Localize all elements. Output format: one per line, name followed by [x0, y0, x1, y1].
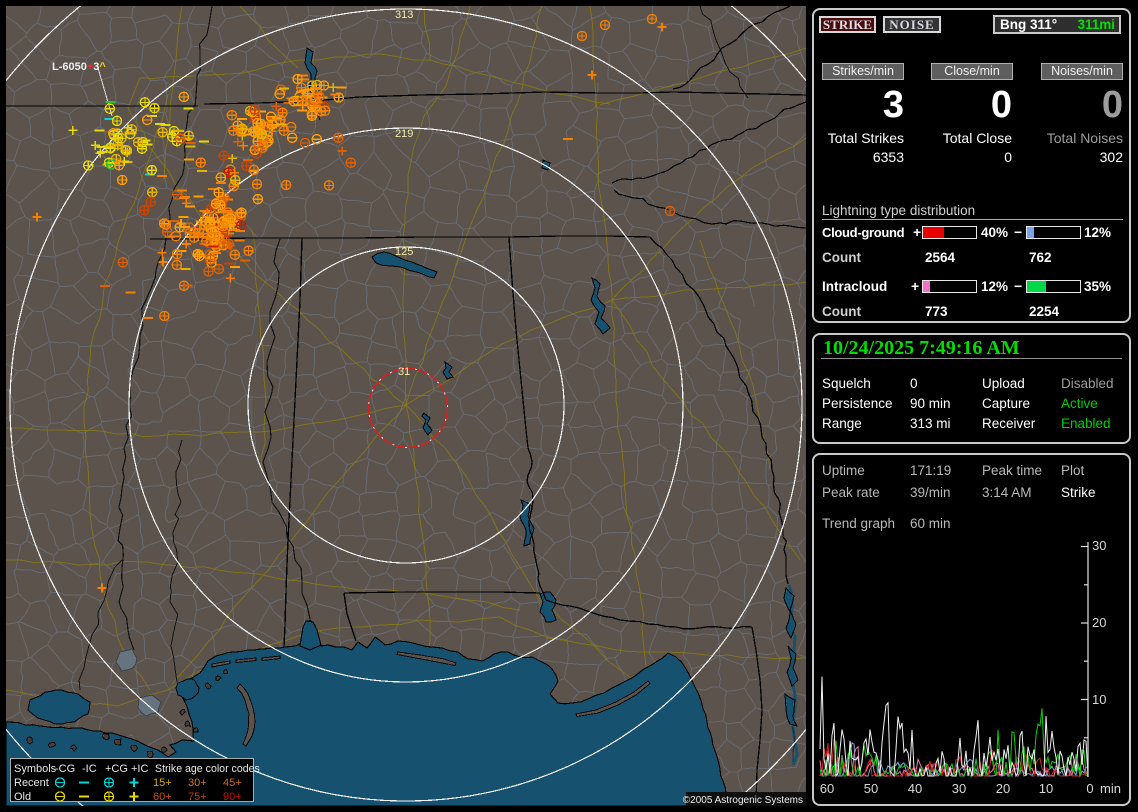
svg-text:0: 0 — [1086, 781, 1093, 796]
svg-text:30: 30 — [1092, 538, 1106, 553]
svg-text:50: 50 — [864, 781, 878, 796]
svg-text:20: 20 — [1092, 615, 1106, 630]
svg-text:20: 20 — [996, 781, 1010, 796]
svg-text:min: min — [1100, 781, 1121, 796]
svg-text:60: 60 — [820, 781, 834, 796]
svg-text:10: 10 — [1092, 692, 1106, 707]
svg-text:10: 10 — [1039, 781, 1053, 796]
svg-text:40: 40 — [908, 781, 922, 796]
svg-text:30: 30 — [952, 781, 966, 796]
